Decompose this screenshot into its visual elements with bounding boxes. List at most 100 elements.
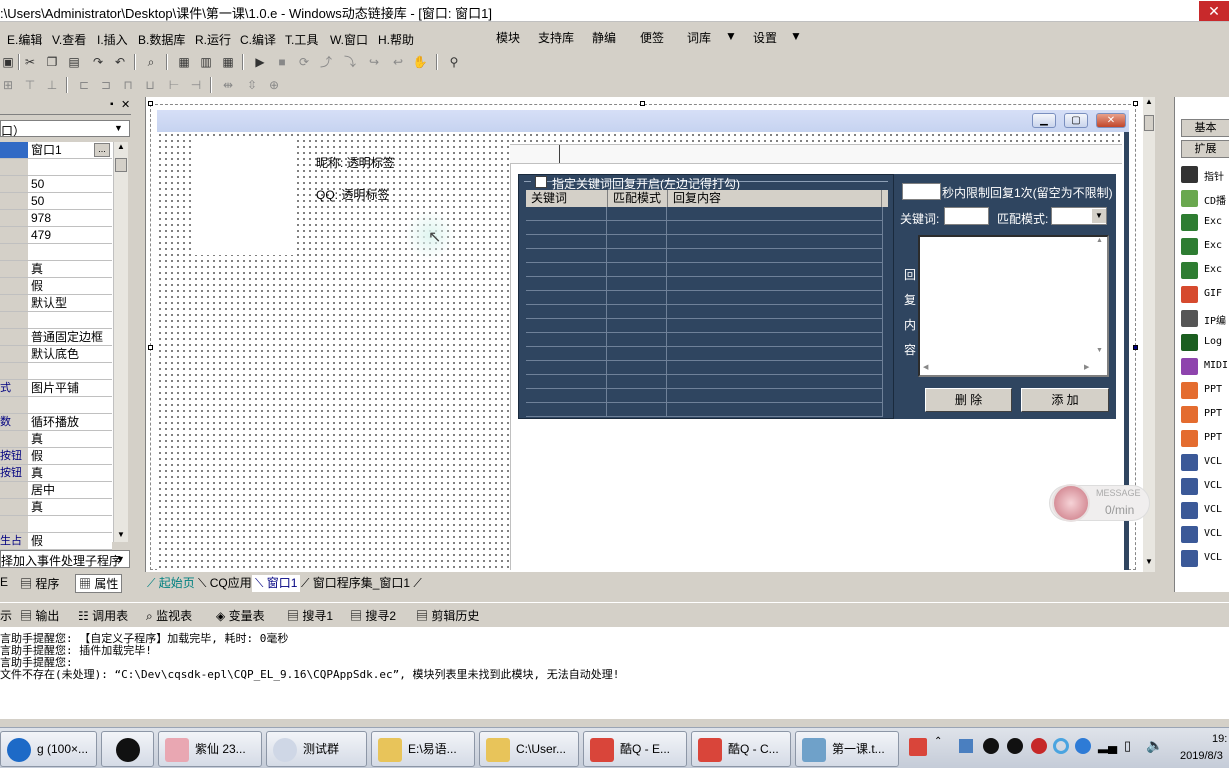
resize-handle[interactable] [148, 345, 153, 350]
menu-window[interactable]: W.窗口 [330, 31, 368, 48]
scroll-up-icon[interactable]: ▲ [1145, 97, 1153, 106]
layout-icon[interactable]: ▥ [198, 54, 214, 70]
property-row[interactable] [0, 312, 112, 329]
paste-icon[interactable]: ▤ [66, 54, 82, 70]
palette-item[interactable]: VCL [1175, 547, 1229, 571]
property-value[interactable]: 真 [31, 499, 43, 515]
delete-button[interactable]: 删 除 [925, 388, 1012, 412]
property-value[interactable]: 真 [31, 431, 43, 447]
tab-output[interactable]: ▤ 输出 [20, 607, 59, 624]
property-value[interactable]: 978 [31, 210, 51, 226]
property-value[interactable]: 479 [31, 227, 51, 243]
palette-item[interactable]: VCL [1175, 475, 1229, 499]
palette-item[interactable]: CD播 [1175, 187, 1229, 211]
property-row[interactable] [0, 244, 112, 261]
property-row[interactable]: 真 [0, 499, 112, 516]
task-chat-zixian[interactable]: 紫仙 23... [158, 731, 262, 767]
chevron-down-icon[interactable]: ▼ [790, 29, 802, 43]
property-row[interactable] [0, 516, 112, 533]
message-widget[interactable]: MESSAGE 0/min [1049, 484, 1150, 522]
menu-compile[interactable]: C.编译 [240, 31, 276, 48]
tray-expand-icon[interactable]: ⌃ [934, 736, 942, 747]
tab-window1[interactable]: ⟍ 窗口1 [252, 575, 301, 592]
close-button[interactable]: ✕ [1199, 1, 1229, 21]
network-icon[interactable] [959, 739, 973, 753]
property-value[interactable]: 假 [31, 448, 43, 464]
close-button[interactable]: ✕ [1096, 113, 1126, 128]
qq-tray-icon[interactable] [983, 738, 999, 754]
palette-item[interactable]: Exc [1175, 211, 1229, 235]
tab-start-page[interactable]: ⟋ 起始页 [147, 575, 195, 592]
property-row[interactable]: 式图片平铺 [0, 380, 112, 397]
property-value[interactable]: 窗口1 [31, 142, 62, 158]
align-icon[interactable]: ⊣ [188, 77, 204, 93]
layout-icon[interactable]: ▦ [220, 54, 236, 70]
palette-item[interactable]: PPT [1175, 427, 1229, 451]
resize-handle[interactable] [1133, 101, 1138, 106]
copy-icon[interactable]: ❐ [44, 54, 60, 70]
col-keyword[interactable]: 关键词 [526, 190, 608, 207]
property-row[interactable]: 数循环播放 [0, 414, 112, 431]
step-icon[interactable]: ↩ [390, 54, 406, 70]
scroll-up-icon[interactable]: ▲ [1096, 237, 1103, 244]
property-row[interactable] [0, 397, 112, 414]
menu-module[interactable]: 模块 [496, 29, 520, 46]
property-row[interactable]: 479 [0, 227, 112, 244]
minimize-button[interactable]: ▁ [1032, 113, 1056, 128]
palette-tab-extended[interactable]: 扩展 [1181, 140, 1229, 158]
property-value[interactable]: 50 [31, 193, 44, 209]
menu-support-lib[interactable]: 支持库 [538, 29, 574, 46]
align-icon[interactable]: ⊔ [142, 77, 158, 93]
menu-help[interactable]: H.帮助 [378, 31, 414, 48]
menu-edit[interactable]: E.编辑 [7, 31, 42, 48]
property-row[interactable]: 默认底色 [0, 346, 112, 363]
chevron-down-icon[interactable]: ▼ [725, 29, 737, 43]
tab-hint[interactable]: 示 [0, 607, 12, 624]
menu-tools[interactable]: T.工具 [285, 31, 318, 48]
property-row[interactable]: 按钮真 [0, 465, 112, 482]
task-qq[interactable] [101, 731, 154, 767]
maximize-button[interactable]: ▢ [1064, 113, 1088, 128]
component-selector[interactable]: 口） ▼ [0, 120, 130, 138]
step-icon[interactable]: ↪ [366, 54, 382, 70]
property-row[interactable]: 窗口1... [0, 142, 112, 159]
browser-icon[interactable] [1075, 738, 1091, 754]
tab-properties[interactable]: ▦ 属性 [75, 574, 123, 593]
save-icon[interactable]: ▣ [0, 54, 16, 70]
menu-lexicon[interactable]: 词库 [687, 29, 711, 46]
ring-icon[interactable] [1053, 738, 1069, 754]
palette-item[interactable]: MIDI [1175, 355, 1229, 379]
task-lesson1[interactable]: 第一课.t... [795, 731, 899, 767]
tab-page[interactable] [512, 145, 560, 163]
palette-item[interactable]: PPT [1175, 403, 1229, 427]
property-value[interactable]: 普通固定边框 [31, 329, 103, 345]
property-row[interactable]: 50 [0, 176, 112, 193]
tab-search1[interactable]: ▤ 搜寻1 [287, 607, 333, 624]
property-row[interactable]: 假 [0, 278, 112, 295]
palette-item[interactable]: VCL [1175, 451, 1229, 475]
resize-handle[interactable] [148, 101, 153, 106]
event-selector[interactable]: 择加入事件处理子程序 ▼ [0, 550, 130, 568]
coolq-tray-icon[interactable] [909, 738, 927, 756]
undo-icon[interactable]: ↶ [112, 54, 128, 70]
property-scrollbar[interactable]: ▲ ▼ [113, 142, 128, 542]
align-icon[interactable]: ⊢ [166, 77, 182, 93]
property-value[interactable]: 循环播放 [31, 414, 79, 430]
property-row[interactable]: 按钮假 [0, 448, 112, 465]
tab-cq-app[interactable]: ⟍ CQ应用 [198, 575, 252, 592]
menu-static[interactable]: 静编 [592, 29, 616, 46]
palette-item[interactable]: 指针 [1175, 163, 1229, 187]
tab-watch[interactable]: ⌕ 监视表 [146, 607, 192, 624]
property-row[interactable]: 生占假 [0, 533, 112, 550]
step-icon[interactable]: ⤴ [318, 54, 334, 70]
tab-window1-module[interactable]: ⟋ 窗口程序集_窗口1 ⟋ [301, 575, 422, 592]
find-icon[interactable]: ⌕ [143, 54, 159, 70]
task-coolq-c[interactable]: 酷Q - C... [691, 731, 791, 767]
spacing-icon[interactable]: ⇳ [244, 77, 260, 93]
align-icon[interactable]: ⊤ [22, 77, 38, 93]
step-icon[interactable]: ⟳ [296, 54, 312, 70]
match-mode-select[interactable]: ▼ [1051, 207, 1107, 225]
scroll-down-icon[interactable]: ▼ [117, 530, 125, 539]
menu-insert[interactable]: I.插入 [97, 31, 128, 48]
property-row[interactable]: 普通固定边框 [0, 329, 112, 346]
